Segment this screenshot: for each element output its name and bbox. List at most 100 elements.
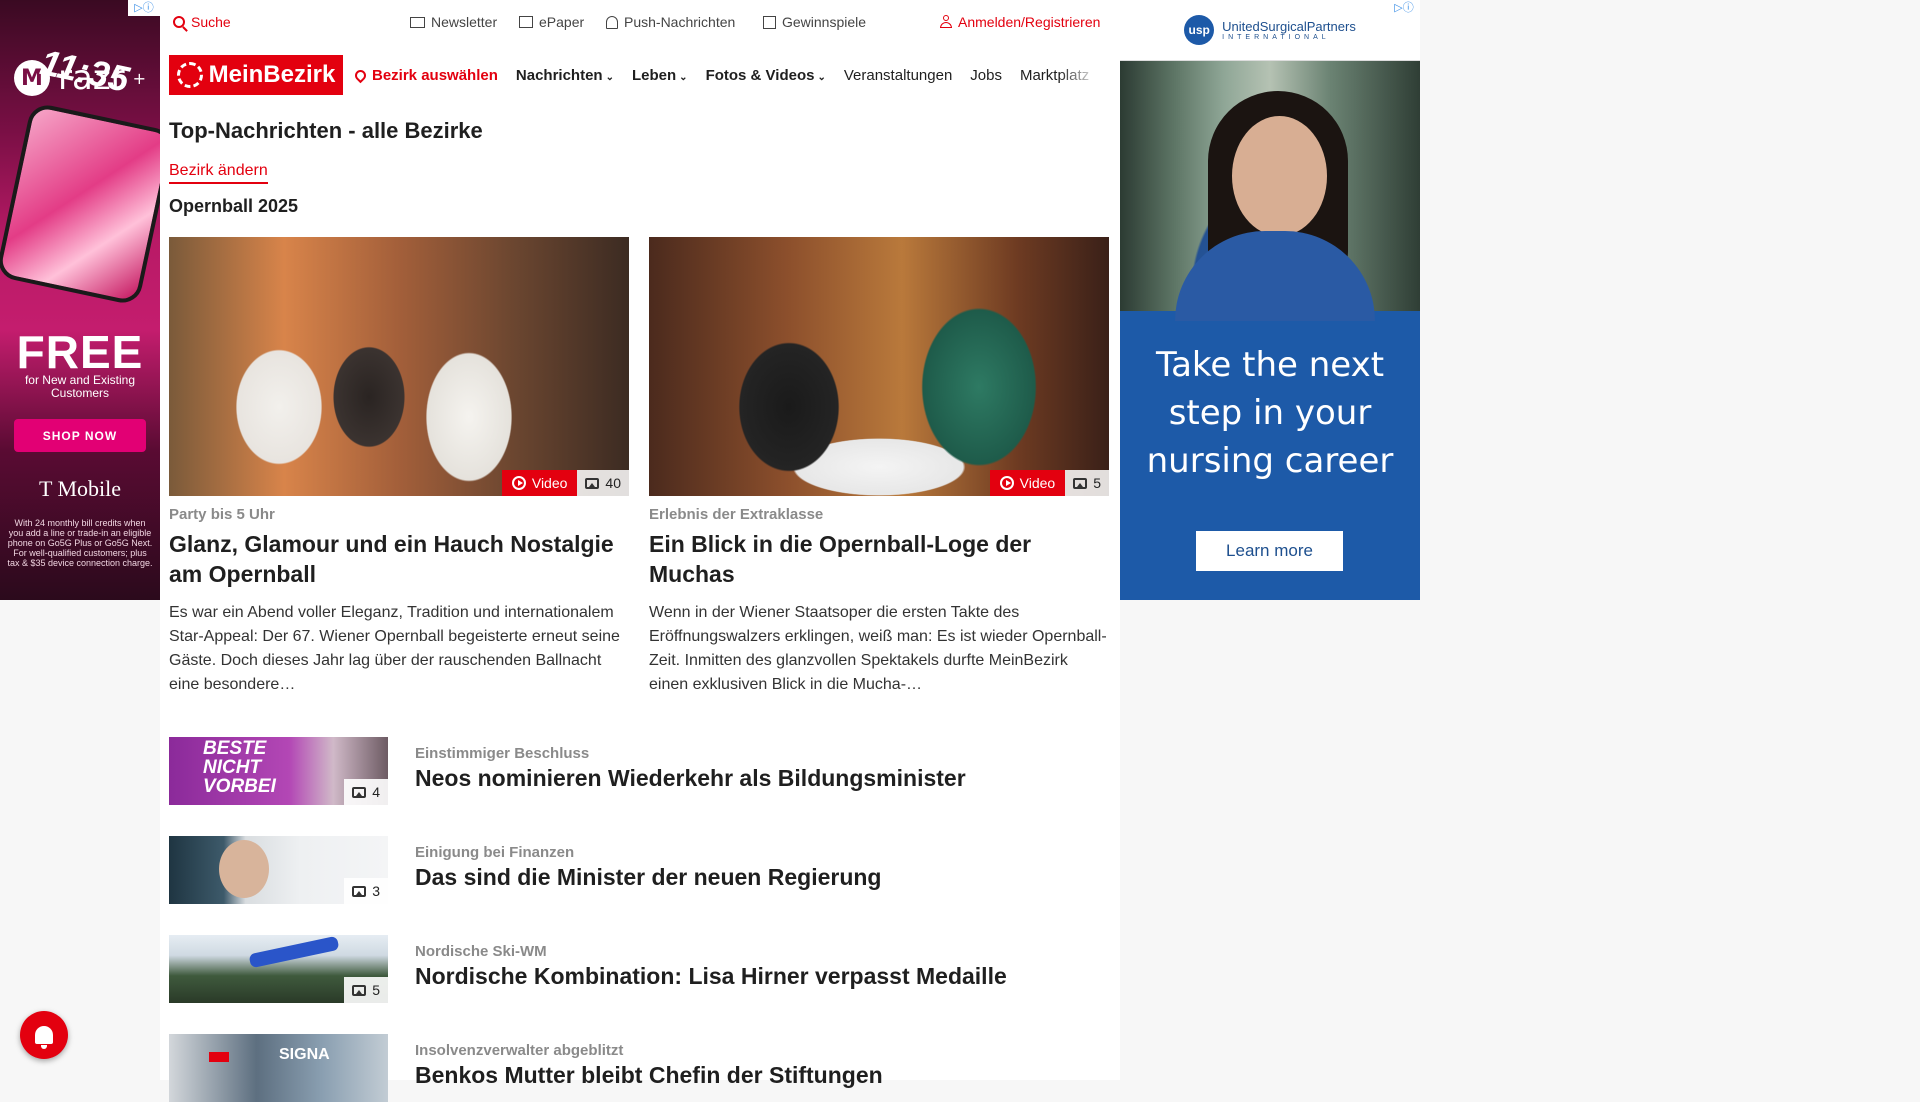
article-image[interactable]: Video 5 xyxy=(649,237,1109,496)
list-item-headline[interactable]: Nordische Kombination: Lisa Hirner verpa… xyxy=(415,963,1007,990)
main-navigation: MeinBezirk Bezirk auswählen Nachrichten ⌄… xyxy=(169,54,1100,96)
gallery-icon xyxy=(585,477,600,489)
user-icon xyxy=(940,15,952,29)
gallery-badge: 40 xyxy=(577,470,629,496)
nav-fotos-videos[interactable]: Fotos & Videos ⌄ xyxy=(706,67,826,84)
login-link[interactable]: Anmelden/Registrieren xyxy=(940,14,1100,30)
newsletter-link[interactable]: Newsletter xyxy=(410,14,497,30)
ad-free-subline: for New and Existing Customers xyxy=(24,373,136,400)
thumbnail-text: BESTE NICHT VORBEI xyxy=(203,738,276,797)
nav-fotos-videos-label: Fotos & Videos xyxy=(705,66,815,84)
ad-headline: Take the next step in your nursing caree… xyxy=(1146,345,1394,481)
ad-logo-subtext: INTERNATIONAL xyxy=(1222,34,1330,41)
ad-logo-text: UnitedSurgicalPartners xyxy=(1222,19,1356,34)
login-label: Anmelden/Registrieren xyxy=(958,14,1101,30)
article-teaser: Es war ein Abend voller Eleganz, Traditi… xyxy=(169,604,620,693)
nav-veranstaltungen[interactable]: Veranstaltungen xyxy=(844,67,952,84)
video-badge-label: Video xyxy=(1019,475,1056,491)
nav-nachrichten[interactable]: Nachrichten ⌄ xyxy=(516,67,614,84)
list-item[interactable]: 5 Nordische Ski-WM Nordische Kombination… xyxy=(169,935,1069,1003)
video-badge: Video xyxy=(989,470,1066,496)
gewinnspiele-link[interactable]: Gewinnspiele xyxy=(763,14,866,30)
select-district-button[interactable]: Bezirk auswählen xyxy=(352,67,498,84)
razr-plus: + xyxy=(132,68,147,88)
portrait-shape xyxy=(219,840,269,898)
ski-jumper-shape xyxy=(248,935,340,969)
phone-image xyxy=(0,101,160,307)
thumbnail-text: SIGNA xyxy=(279,1046,330,1063)
list-item-thumbnail[interactable]: BESTE NICHT VORBEI 4 xyxy=(169,737,388,805)
video-badge: Video xyxy=(501,470,578,496)
mail-icon xyxy=(410,16,425,28)
left-advertisement[interactable]: ▷ⓘ M razr + 11:35 FREE for New and Existi… xyxy=(0,0,160,600)
main-content: Suche Newsletter ePaper Push-Nachrichten… xyxy=(160,0,1120,1102)
list-item[interactable]: 3 Einigung bei Finanzen Das sind die Min… xyxy=(169,836,1069,904)
nav-leben[interactable]: Leben ⌄ xyxy=(632,67,688,84)
sign-shape xyxy=(209,1052,229,1062)
ad-choices-icon[interactable]: ▷ⓘ xyxy=(1388,0,1420,16)
list-item-kicker: Einstimmiger Beschluss xyxy=(415,745,590,762)
article-headline[interactable]: Ein Blick in die Opernball-Loge der Much… xyxy=(649,529,1109,589)
gallery-count: 3 xyxy=(372,883,380,899)
chevron-down-icon: ⌄ xyxy=(605,71,614,83)
search-icon xyxy=(173,16,185,28)
list-item[interactable]: BESTE NICHT VORBEI 4 Einstimmiger Beschl… xyxy=(169,737,1069,805)
article-card[interactable]: Video 40 Party bis 5 Uhr Glanz, Glamour … xyxy=(169,237,629,697)
search-link[interactable]: Suche xyxy=(173,14,231,30)
gallery-badge: 5 xyxy=(344,977,388,1003)
list-item-headline[interactable]: Neos nominieren Wiederkehr als Bildungsm… xyxy=(415,765,966,792)
shop-now-button[interactable]: SHOP NOW xyxy=(14,419,146,452)
search-label: Suche xyxy=(191,14,231,30)
gallery-icon xyxy=(1073,477,1088,489)
article-card[interactable]: Video 5 Erlebnis der Extraklasse Ein Bli… xyxy=(649,237,1109,697)
ad-header: usp UnitedSurgicalPartners INTERNATIONAL xyxy=(1120,0,1420,61)
article-kicker: Party bis 5 Uhr xyxy=(169,506,275,523)
right-advertisement[interactable]: usp UnitedSurgicalPartners INTERNATIONAL… xyxy=(1120,0,1420,600)
article-teaser: Wenn in der Wiener Staatsoper die ersten… xyxy=(649,604,1107,693)
push-link[interactable]: Push-Nachrichten xyxy=(606,14,735,30)
epaper-link[interactable]: ePaper xyxy=(519,14,584,30)
logo-text: MeinBezirk xyxy=(208,61,336,88)
list-item-kicker: Einigung bei Finanzen xyxy=(415,844,575,861)
list-item-headline[interactable]: Das sind die Minister der neuen Regierun… xyxy=(415,864,881,891)
learn-more-button[interactable]: Learn more xyxy=(1196,531,1343,571)
article-image[interactable]: Video 40 xyxy=(169,237,629,496)
ad-choices-icon[interactable]: ▷ⓘ xyxy=(128,0,160,16)
location-pin-icon xyxy=(352,67,369,83)
gallery-icon xyxy=(352,885,367,897)
change-district-link[interactable]: Bezirk ändern xyxy=(169,162,268,184)
video-badge-label: Video xyxy=(531,475,568,491)
ad-fineprint: With 24 monthly bill credits when you ad… xyxy=(7,518,153,568)
section-subtitle: Opernball 2025 xyxy=(169,196,299,216)
media-badges: Video 40 xyxy=(501,470,629,496)
tmobile-logo: T Mobile xyxy=(38,476,122,501)
article-kicker: Erlebnis der Extraklasse xyxy=(649,506,824,523)
gallery-icon xyxy=(352,786,367,798)
list-item-thumbnail[interactable]: 3 xyxy=(169,836,388,904)
chevron-down-icon: ⌄ xyxy=(679,71,688,83)
list-item-headline[interactable]: Benkos Mutter bleibt Chefin der Stiftung… xyxy=(415,1062,883,1089)
gallery-count: 5 xyxy=(1093,475,1101,491)
nav-nachrichten-label: Nachrichten xyxy=(515,66,603,84)
list-item-thumbnail[interactable]: 5 xyxy=(169,935,388,1003)
gallery-icon xyxy=(352,984,367,996)
gallery-badge: 4 xyxy=(344,779,388,805)
chevron-down-icon: ⌄ xyxy=(817,71,826,83)
gift-icon xyxy=(763,15,776,29)
list-item-thumbnail[interactable]: SIGNA xyxy=(169,1034,388,1102)
gewinnspiele-label: Gewinnspiele xyxy=(782,14,867,30)
article-headline[interactable]: Glanz, Glamour und ein Hauch Nostalgie a… xyxy=(169,529,629,589)
notification-bell-button[interactable] xyxy=(20,1011,68,1059)
meinbezirk-logo-icon xyxy=(176,62,203,88)
bell-icon xyxy=(606,15,618,29)
meinbezirk-logo[interactable]: MeinBezirk xyxy=(169,55,343,95)
newspaper-icon xyxy=(519,16,533,28)
gallery-count: 40 xyxy=(605,475,621,491)
epaper-label: ePaper xyxy=(539,14,585,30)
list-item-kicker: Insolvenzverwalter abgeblitzt xyxy=(415,1042,624,1059)
media-badges: Video 5 xyxy=(989,470,1109,496)
nav-jobs[interactable]: Jobs xyxy=(970,67,1002,84)
usp-logo-icon: usp xyxy=(1184,15,1215,45)
list-item[interactable]: SIGNA Insolvenzverwalter abgeblitzt Benk… xyxy=(169,1034,1069,1102)
nurse-photo xyxy=(1120,61,1420,321)
